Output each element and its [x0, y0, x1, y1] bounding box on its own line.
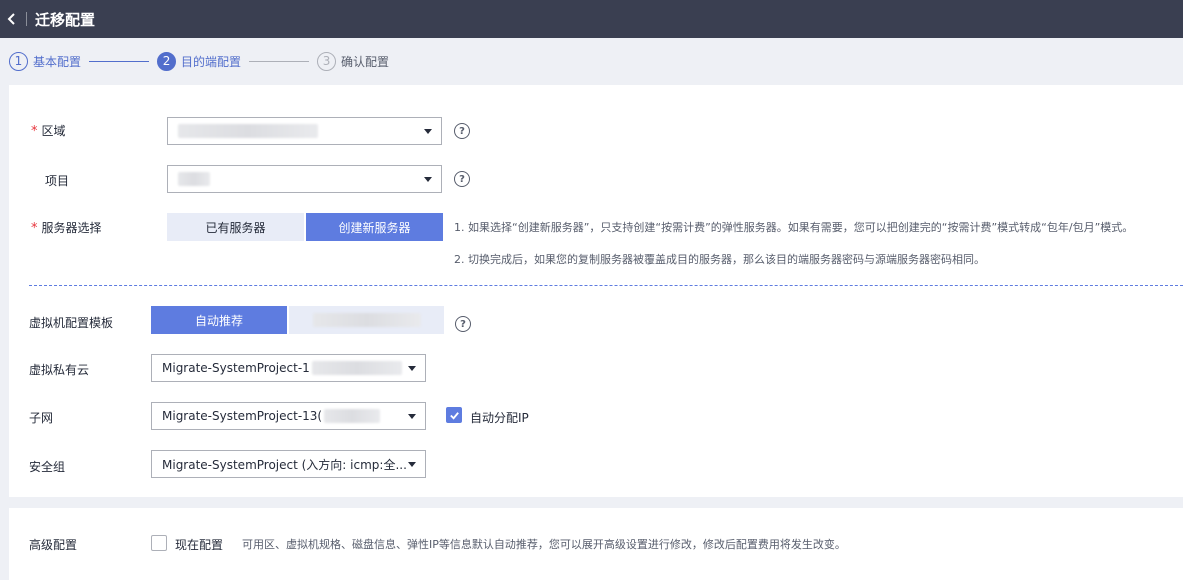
redacted-value: [311, 361, 402, 375]
caret-down-icon: [424, 129, 432, 134]
step-label: 目的端配置: [181, 54, 242, 69]
subnet-value: Migrate-SystemProject-13(: [162, 409, 323, 423]
help-icon[interactable]: ?: [454, 171, 470, 187]
step-number: 2: [157, 51, 177, 71]
back-button[interactable]: [0, 0, 24, 38]
new-server-option[interactable]: 创建新服务器: [306, 213, 443, 241]
project-label: 项目: [45, 174, 70, 188]
advanced-config-panel: 高级配置 现在配置 可用区、虚拟机规格、磁盘信息、弹性IP等信息默认自动推荐，您…: [9, 508, 1183, 580]
redacted-value: [178, 124, 318, 138]
page-title: 迁移配置: [35, 10, 96, 29]
required-mark: *: [31, 124, 38, 139]
subnet-select[interactable]: Migrate-SystemProject-13(: [151, 402, 426, 430]
required-mark: *: [31, 221, 38, 236]
page-header: 迁移配置: [0, 0, 1183, 38]
step-indicator: 1 基本配置 2 目的端配置 3 确认配置: [0, 38, 1183, 84]
advanced-label: 高级配置: [29, 538, 78, 552]
caret-down-icon: [424, 177, 432, 182]
header-divider: [26, 12, 27, 26]
destination-config-panel: * 区域 ? 项目 ? * 服务器选择 已有服务器 创建新服务器 1. 如果选择“创…: [9, 85, 1183, 497]
vm-template-label: 虚拟机配置模板: [29, 316, 114, 330]
step-confirm[interactable]: 3 确认配置: [317, 51, 390, 71]
region-label: * 区域: [31, 122, 66, 139]
project-select[interactable]: [167, 165, 442, 193]
step-destination[interactable]: 2 目的端配置: [157, 51, 242, 71]
auto-ip-label: 自动分配IP: [470, 411, 529, 425]
template-option-redacted[interactable]: [289, 306, 444, 334]
chevron-left-icon: [7, 13, 15, 25]
step-number: 3: [317, 51, 337, 71]
help-icon[interactable]: ?: [454, 123, 470, 139]
security-group-value: Migrate-SystemProject (入方向: icmp:全...: [162, 457, 407, 472]
subnet-label: 子网: [29, 411, 54, 425]
redacted-value: [324, 409, 381, 423]
caret-down-icon: [408, 414, 416, 419]
caret-down-icon: [408, 462, 416, 467]
caret-down-icon: [408, 366, 416, 371]
step-connector: [89, 60, 150, 62]
vpc-value: Migrate-SystemProject-1: [162, 361, 310, 375]
security-group-label: 安全组: [29, 460, 66, 474]
step-connector: [249, 60, 310, 62]
step-basic[interactable]: 1 基本配置: [9, 51, 82, 71]
step-label: 确认配置: [341, 54, 390, 69]
step-number: 1: [9, 51, 28, 71]
server-select-label: * 服务器选择: [31, 219, 102, 236]
section-divider: [29, 285, 1183, 286]
vpc-label: 虚拟私有云: [29, 363, 90, 377]
existing-server-option[interactable]: 已有服务器: [167, 213, 304, 241]
region-select[interactable]: [167, 117, 442, 145]
advanced-hint: 可用区、虚拟机规格、磁盘信息、弹性IP等信息默认自动推荐，您可以展开高级设置进行…: [242, 538, 846, 551]
help-icon[interactable]: ?: [455, 316, 471, 332]
server-select-note-1: 1. 如果选择“创建新服务器”，只支持创建“按需计费”的弹性服务器。如果有需要，…: [454, 221, 1134, 234]
redacted-value: [312, 313, 421, 327]
redacted-value: [178, 172, 210, 186]
configure-now-checkbox[interactable]: [151, 535, 167, 551]
vpc-select[interactable]: Migrate-SystemProject-1: [151, 354, 426, 382]
server-select-note-2: 2. 切换完成后，如果您的复制服务器被覆盖成目的服务器，那么该目的端服务器密码与…: [454, 253, 985, 266]
check-icon: [449, 411, 459, 420]
configure-now-label: 现在配置: [175, 538, 224, 552]
auto-recommend-option[interactable]: 自动推荐: [151, 306, 287, 334]
security-group-select[interactable]: Migrate-SystemProject (入方向: icmp:全...: [151, 450, 426, 478]
auto-ip-checkbox[interactable]: [446, 407, 462, 423]
server-select-label-text: 服务器选择: [41, 221, 102, 235]
region-label-text: 区域: [41, 124, 66, 138]
step-label: 基本配置: [33, 54, 82, 69]
